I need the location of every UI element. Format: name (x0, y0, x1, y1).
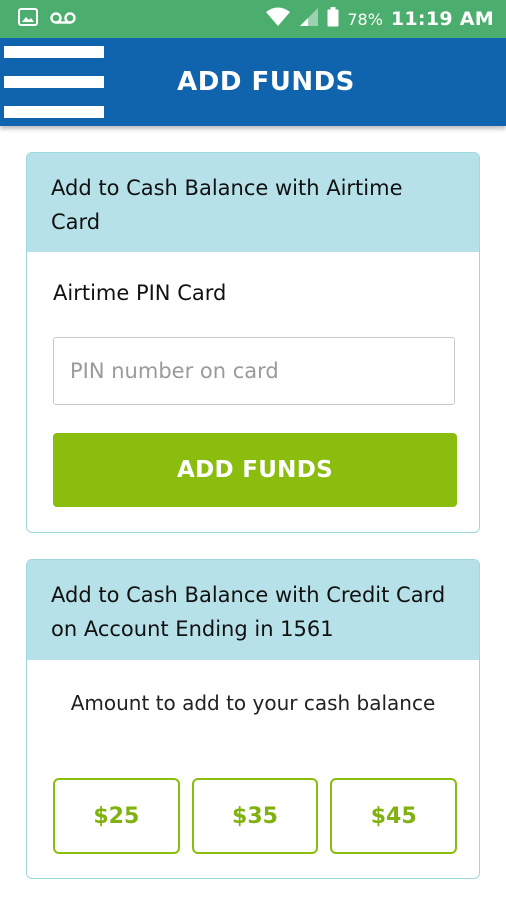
app-bar: ADD FUNDS (0, 38, 506, 126)
page-title: ADD FUNDS (177, 67, 355, 97)
amount-options: $25 $35 $45 (53, 778, 458, 854)
pin-input[interactable] (53, 337, 455, 405)
airtime-card-header: Add to Cash Balance with Airtime Card (27, 153, 479, 252)
amount-label: Amount to add to your cash balance (70, 691, 436, 715)
battery-icon (327, 7, 339, 31)
airtime-card-panel: Add to Cash Balance with Airtime Card Ai… (26, 152, 480, 533)
amount-45-button[interactable]: $45 (330, 778, 458, 854)
voicemail-icon (50, 10, 76, 29)
amount-35-button[interactable]: $35 (191, 778, 319, 854)
add-funds-button[interactable]: ADD FUNDS (53, 433, 457, 507)
amount-25-button[interactable]: $25 (53, 778, 180, 854)
cell-signal-icon (299, 7, 319, 31)
gallery-icon (18, 8, 38, 30)
wifi-icon (265, 7, 291, 31)
hamburger-menu-icon[interactable] (0, 44, 106, 120)
battery-percent: 78% (347, 9, 383, 29)
pin-field-label: Airtime PIN Card (53, 281, 227, 305)
clock: 11:19 AM (390, 8, 494, 30)
credit-card-header: Add to Cash Balance with Credit Card on … (27, 560, 479, 660)
credit-card-panel: Add to Cash Balance with Credit Card on … (26, 559, 480, 879)
status-bar: 78% 11:19 AM (0, 0, 506, 38)
